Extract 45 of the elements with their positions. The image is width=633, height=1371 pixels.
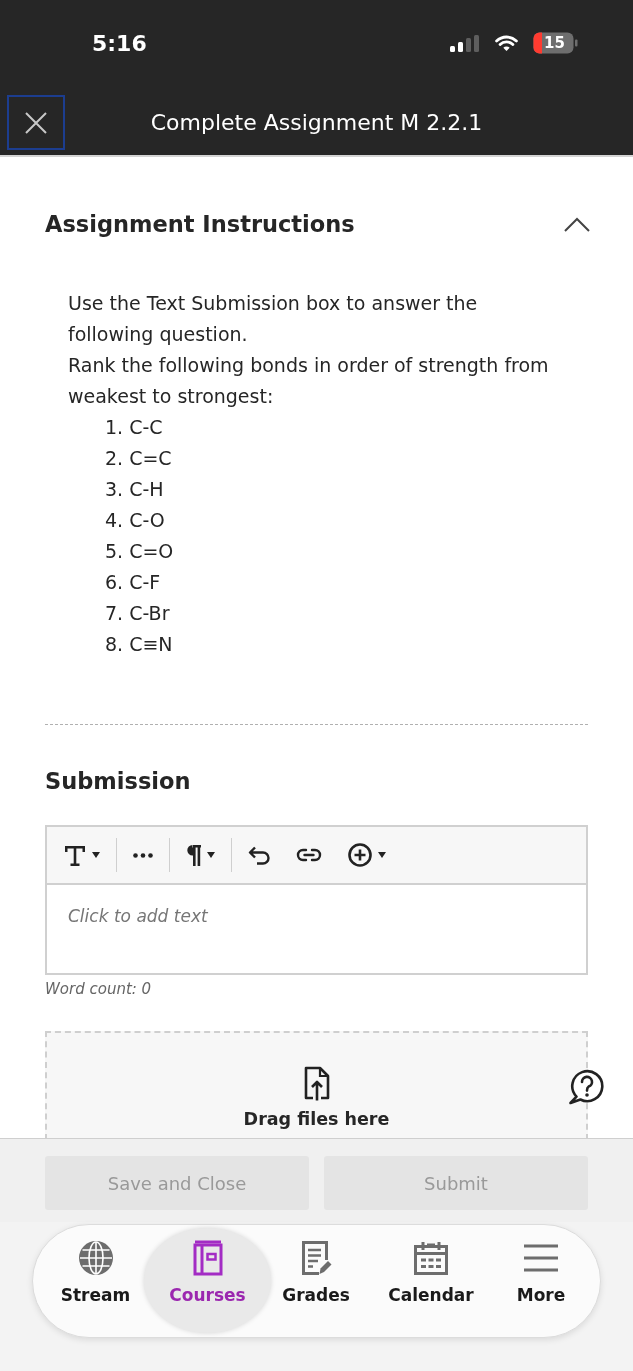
document-pencil-icon: [300, 1240, 332, 1276]
ellipsis-icon: [133, 852, 153, 858]
text-format-icon: [64, 844, 86, 866]
plus-circle-icon: [348, 843, 372, 867]
book-icon: [191, 1240, 224, 1276]
nav-tab[interactable]: Stream: [47, 1228, 144, 1333]
status-time: 5:16: [92, 30, 147, 56]
paragraph-icon: [186, 844, 201, 866]
close-icon: [24, 110, 48, 135]
list-item: 8. C≡N: [105, 632, 174, 657]
list-item: 3. C-H: [105, 477, 165, 502]
list-item: 1. C-C: [105, 415, 164, 440]
nav-tab[interactable]: Courses: [144, 1228, 271, 1333]
nav-tab[interactable]: Grades: [271, 1228, 361, 1333]
help-icon[interactable]: [567, 1068, 605, 1106]
file-upload-icon: [302, 1065, 331, 1101]
list-item: 7. C-Br: [105, 601, 171, 626]
instruction-text: Use the Text Submission box to answer the following question.: [68, 291, 479, 347]
nav-tab[interactable]: More: [501, 1228, 581, 1333]
file-drop-zone[interactable]: Drag files here: [45, 1031, 588, 1138]
section-heading: Assignment Instructions: [45, 211, 355, 237]
caret-icon: [378, 852, 386, 858]
signal-icon: [450, 34, 480, 52]
caret-icon: [92, 852, 100, 858]
link-icon: [296, 848, 322, 862]
page-title: Complete Assignment M 2.2.1: [150, 110, 483, 135]
instruction-text: Rank the following bonds in order of strength from weakest to strongest:: [68, 353, 550, 409]
calendar-icon: [413, 1240, 449, 1276]
section-heading: Submission: [45, 767, 192, 796]
battery-percent: 15: [544, 33, 565, 53]
wifi-icon: [494, 34, 519, 52]
globe-icon: [77, 1240, 114, 1276]
text-input-field[interactable]: Click to add text: [47, 885, 586, 973]
undo-icon: [248, 845, 270, 865]
list-item: 4. C-O: [105, 508, 166, 533]
caret-icon: [207, 852, 215, 858]
close-button[interactable]: [7, 95, 65, 150]
drop-zone-label: Drag files here: [243, 1108, 390, 1130]
nav-tab[interactable]: Calendar: [361, 1228, 501, 1333]
word-count: Word count: 0: [45, 979, 153, 999]
list-item: 5. C=O: [105, 539, 175, 564]
list-item: 2. C=C: [105, 446, 173, 471]
battery-icon: [533, 32, 578, 54]
chevron-up-icon[interactable]: [564, 216, 590, 232]
list-item: 6. C-F: [105, 570, 162, 595]
